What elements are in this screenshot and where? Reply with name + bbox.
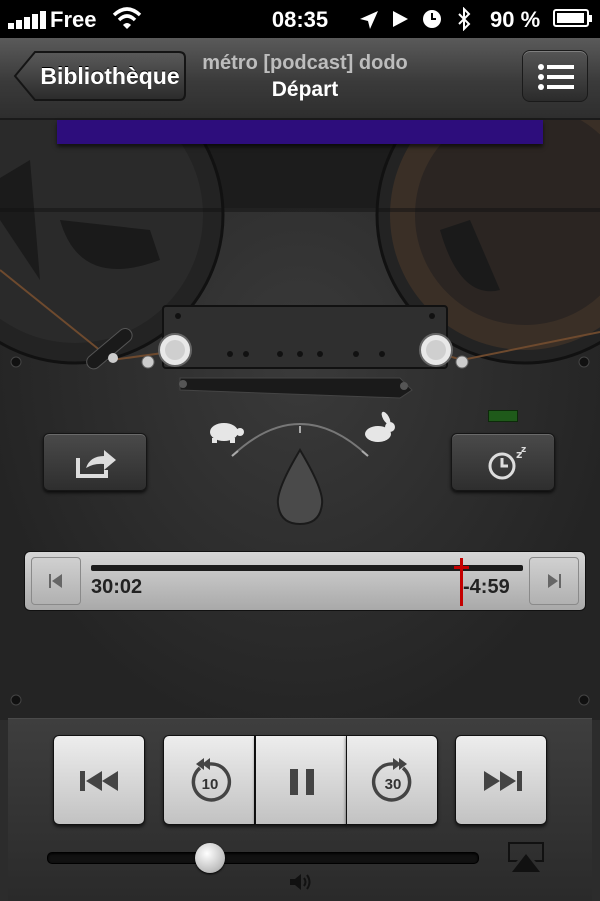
- podcast-title: métro [podcast] dodo: [202, 52, 408, 74]
- status-bar: Free 08:35 90 %: [0, 0, 600, 38]
- next-chapter-button[interactable]: [529, 557, 579, 605]
- back-button-label: Bibliothèque: [40, 63, 180, 89]
- forward-30-icon: 30: [371, 758, 412, 802]
- remaining-time: -4:59: [463, 576, 510, 598]
- turtle-icon: [210, 423, 244, 443]
- bluetooth-icon: [458, 7, 471, 31]
- share-button[interactable]: [43, 433, 147, 491]
- elapsed-time: 30:02: [91, 576, 143, 598]
- sleep-timer-button[interactable]: z z: [451, 433, 555, 491]
- back-button[interactable]: Bibliothèque: [13, 50, 187, 102]
- volume-slider[interactable]: [47, 852, 479, 864]
- sleep-timer-icon: z z: [488, 445, 526, 480]
- tape-head: [158, 305, 453, 399]
- list-icon: [538, 64, 574, 90]
- nav-bar: Bibliothèque métro [podcast] dodo Départ: [0, 38, 600, 120]
- tape-window: [57, 120, 543, 144]
- skip-next-icon: [484, 771, 522, 791]
- rewind-label: 10: [202, 776, 219, 793]
- alarm-clock-icon: [423, 10, 441, 28]
- rewind-10-icon: 10: [191, 758, 232, 802]
- svg-text:z: z: [521, 445, 526, 455]
- next-track-button[interactable]: [455, 735, 547, 825]
- previous-chapter-button[interactable]: [31, 557, 81, 605]
- play-icon: [393, 11, 408, 27]
- speed-control[interactable]: [231, 423, 369, 526]
- playhead-crossbar: [454, 566, 470, 569]
- episode-title: Départ: [271, 78, 339, 101]
- pause-icon: [290, 769, 314, 795]
- skip-previous-icon: [80, 771, 118, 791]
- forward-label: 30: [385, 776, 402, 793]
- location-arrow-icon: [360, 11, 378, 29]
- airplay-icon[interactable]: [504, 840, 548, 874]
- nav-title: métro [podcast] dodo Départ: [190, 52, 420, 102]
- battery-icon: [553, 9, 592, 27]
- rabbit-icon: [365, 411, 395, 442]
- rewind-10-button[interactable]: 10: [163, 735, 255, 825]
- status-icons: [358, 7, 488, 31]
- next-chapter-icon: [548, 574, 561, 588]
- previous-chapter-icon: [49, 574, 62, 588]
- speaker-icon: [290, 874, 311, 890]
- share-icon: [76, 450, 116, 478]
- progress-scrubber[interactable]: 30:02 -4:59: [24, 551, 586, 611]
- previous-track-button[interactable]: [53, 735, 145, 825]
- level-led: [488, 410, 518, 422]
- battery-percent: 90 %: [490, 7, 541, 32]
- pause-button[interactable]: [255, 735, 347, 825]
- track-list-button[interactable]: [522, 50, 588, 102]
- forward-30-button[interactable]: 30: [346, 735, 438, 825]
